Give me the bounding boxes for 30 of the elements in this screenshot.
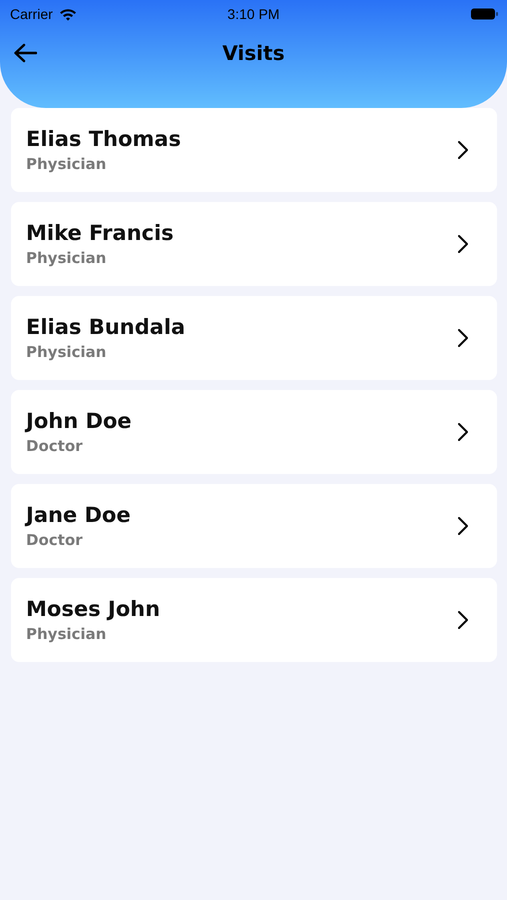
screen-title: Visits — [222, 41, 285, 65]
visitor-role: Doctor — [26, 437, 84, 455]
visit-card[interactable]: Jane Doe Doctor — [11, 484, 497, 568]
visitor-name: Mike Francis — [26, 221, 174, 245]
visitor-role: Physician — [26, 343, 108, 361]
chevron-right-icon — [457, 422, 469, 442]
visitor-name: John Doe — [26, 409, 132, 433]
visitor-role: Physician — [26, 155, 108, 173]
battery-icon — [471, 8, 498, 20]
visit-card[interactable]: Mike Francis Physician — [11, 202, 497, 286]
visit-card[interactable]: John Doe Doctor — [11, 390, 497, 474]
chevron-right-icon — [457, 328, 469, 348]
visitor-name: Jane Doe — [26, 503, 131, 527]
back-arrow-icon[interactable] — [13, 43, 37, 63]
time-label: 3:10 PM — [227, 6, 280, 22]
chevron-right-icon — [457, 610, 469, 630]
visitor-role: Physician — [26, 625, 108, 643]
visitor-role: Physician — [26, 249, 108, 267]
visit-card[interactable]: Elias Bundala Physician — [11, 296, 497, 380]
chevron-right-icon — [457, 140, 469, 160]
wifi-icon — [58, 8, 77, 20]
visit-card[interactable]: Moses John Physician — [11, 578, 497, 662]
visitor-name: Moses John — [26, 597, 160, 621]
carrier-label: Carrier — [10, 6, 53, 22]
visit-card[interactable]: Elias Thomas Physician — [11, 108, 497, 192]
visitor-role: Doctor — [26, 531, 84, 549]
visitor-name: Elias Thomas — [26, 127, 181, 151]
visitor-name: Elias Bundala — [26, 315, 186, 339]
chevron-right-icon — [457, 234, 469, 254]
chevron-right-icon — [457, 516, 469, 536]
